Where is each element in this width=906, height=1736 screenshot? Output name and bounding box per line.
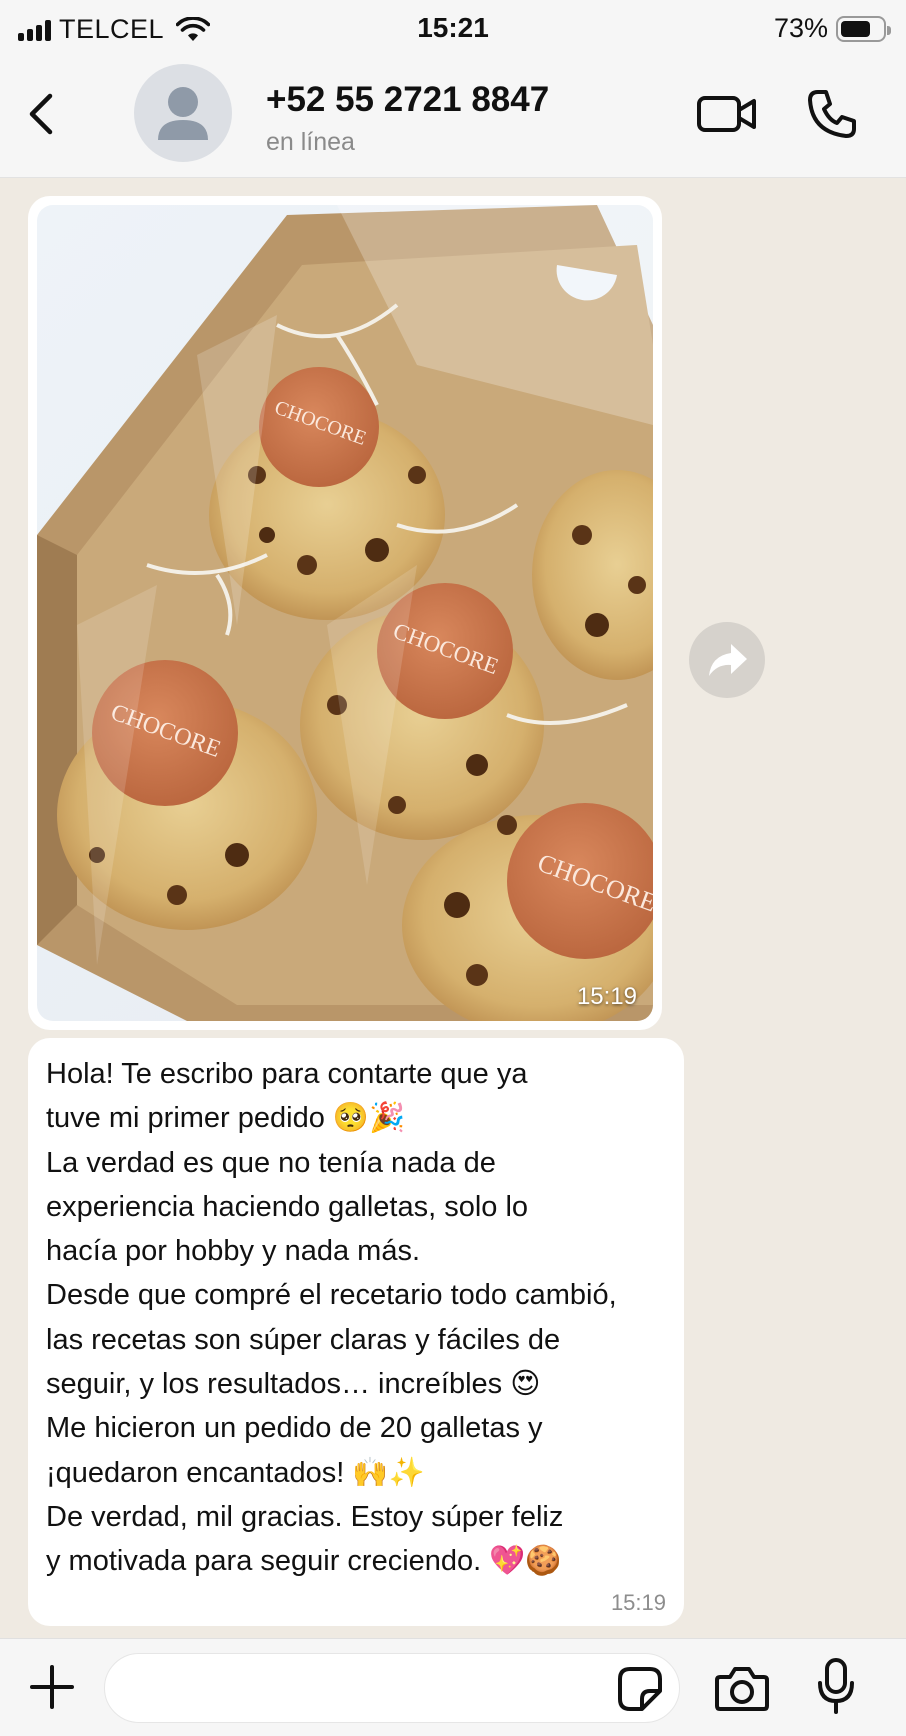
- message-input[interactable]: [104, 1653, 680, 1723]
- video-call-button[interactable]: [696, 86, 758, 142]
- voice-call-button[interactable]: [804, 86, 860, 142]
- clock: 15:21: [417, 12, 489, 43]
- message-timestamp: 15:19: [610, 1590, 666, 1615]
- camera-button[interactable]: [714, 1663, 770, 1713]
- battery-percent: 73%: [773, 13, 828, 43]
- image-message-bubble[interactable]: CHOCORE CHOCORE CHOCORE CHOCORE 15:19: [28, 196, 662, 1030]
- video-call-icon: [697, 96, 756, 132]
- status-right: 73%: [773, 13, 891, 44]
- contact-name[interactable]: +52 55 2721 8847: [266, 80, 549, 120]
- forward-share-icon: [709, 644, 747, 676]
- battery-icon: [836, 15, 891, 42]
- avatar-placeholder-icon: [158, 87, 208, 140]
- back-chevron-icon: [29, 93, 53, 135]
- cookies-box-illustration: CHOCORE CHOCORE CHOCORE CHOCORE: [37, 205, 653, 1021]
- image-timestamp: 15:19: [576, 983, 637, 1010]
- microphone-icon: [818, 1658, 854, 1714]
- sticker-icon: [618, 1667, 662, 1711]
- message-text: Hola! Te escribo para contarte que ya tu…: [46, 1058, 617, 1578]
- status-bar: TELCEL 15:21 73%: [0, 0, 906, 58]
- chat-header: +52 55 2721 8847 en línea: [0, 58, 906, 178]
- text-message-bubble[interactable]: Hola! Te escribo para contarte que ya tu…: [28, 1038, 684, 1626]
- back-button[interactable]: [20, 86, 64, 142]
- battery-level-fill: [841, 20, 871, 37]
- contact-status: en línea: [266, 128, 355, 156]
- message-composer: [0, 1638, 906, 1736]
- attach-button[interactable]: [28, 1663, 76, 1711]
- forward-button[interactable]: [689, 622, 765, 698]
- contact-avatar[interactable]: [134, 64, 232, 162]
- microphone-button[interactable]: [816, 1657, 856, 1715]
- camera-icon: [715, 1667, 769, 1711]
- plus-icon: [30, 1665, 74, 1709]
- phone-icon: [808, 90, 856, 138]
- sticker-button[interactable]: [616, 1665, 664, 1713]
- cookies-photo[interactable]: CHOCORE CHOCORE CHOCORE CHOCORE 15:19: [37, 205, 653, 1021]
- chat-area[interactable]: CHOCORE CHOCORE CHOCORE CHOCORE 15:19 Ho…: [0, 178, 906, 1638]
